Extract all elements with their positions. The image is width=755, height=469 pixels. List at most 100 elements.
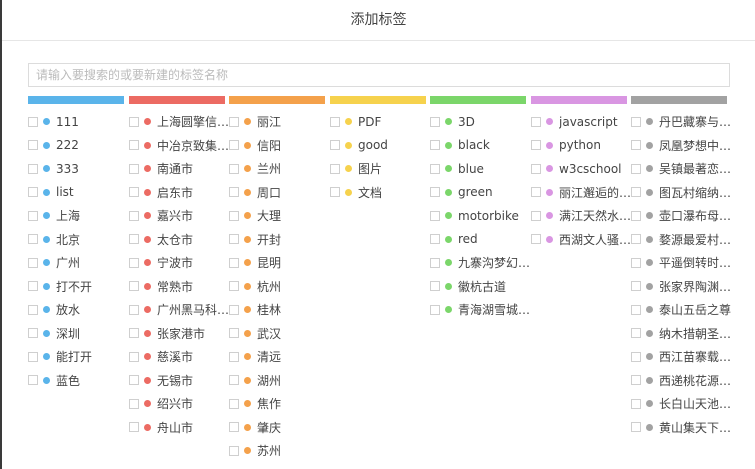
tag-item[interactable]: 九寨沟梦幻… — [430, 251, 530, 275]
tag-item[interactable]: 打不开 — [28, 275, 92, 299]
tag-checkbox[interactable] — [129, 257, 139, 268]
tag-item[interactable]: 开封 — [229, 228, 281, 252]
tag-item[interactable]: motorbike — [430, 204, 530, 228]
tag-item[interactable]: 启东市 — [129, 181, 229, 205]
tag-item[interactable]: 桂林 — [229, 298, 281, 322]
tag-item[interactable]: 无锡市 — [129, 369, 229, 393]
tag-checkbox[interactable] — [430, 210, 440, 221]
tag-checkbox[interactable] — [28, 281, 38, 292]
tag-item[interactable]: python — [531, 134, 631, 158]
tag-checkbox[interactable] — [531, 234, 541, 245]
tag-checkbox[interactable] — [229, 187, 239, 198]
tag-item[interactable]: 文档 — [330, 181, 388, 205]
tag-checkbox[interactable] — [631, 351, 641, 362]
tag-checkbox[interactable] — [631, 422, 641, 433]
tag-checkbox[interactable] — [631, 140, 641, 151]
tag-item[interactable]: 3D — [430, 110, 530, 134]
tag-checkbox[interactable] — [229, 328, 239, 339]
tag-checkbox[interactable] — [229, 375, 239, 386]
tag-checkbox[interactable] — [28, 304, 38, 315]
tag-item[interactable]: 能打开 — [28, 345, 92, 369]
tag-checkbox[interactable] — [229, 116, 239, 127]
tag-item[interactable]: 222 — [28, 134, 92, 158]
tag-checkbox[interactable] — [129, 304, 139, 315]
tag-checkbox[interactable] — [28, 351, 38, 362]
tag-checkbox[interactable] — [28, 116, 38, 127]
tag-checkbox[interactable] — [129, 281, 139, 292]
tag-checkbox[interactable] — [631, 328, 641, 339]
tag-checkbox[interactable] — [430, 257, 440, 268]
tag-checkbox[interactable] — [229, 140, 239, 151]
tag-checkbox[interactable] — [229, 210, 239, 221]
tag-checkbox[interactable] — [631, 116, 641, 127]
tag-item[interactable]: 吴镇最著恋… — [631, 157, 731, 181]
tag-checkbox[interactable] — [430, 304, 440, 315]
tag-checkbox[interactable] — [229, 281, 239, 292]
tag-item[interactable]: 北京 — [28, 228, 92, 252]
tag-item[interactable]: 常熟市 — [129, 275, 229, 299]
tag-item[interactable]: 上海圆擎信… — [129, 110, 229, 134]
tag-item[interactable]: 丽江 — [229, 110, 281, 134]
tag-checkbox[interactable] — [430, 281, 440, 292]
tag-checkbox[interactable] — [28, 187, 38, 198]
tag-item[interactable]: 青海湖雪城… — [430, 298, 530, 322]
tag-checkbox[interactable] — [631, 398, 641, 409]
tag-item[interactable]: 泰山五岳之尊 — [631, 298, 731, 322]
tag-item[interactable]: PDF — [330, 110, 388, 134]
tag-item[interactable]: 111 — [28, 110, 92, 134]
tag-item[interactable]: 凤凰梦想中… — [631, 134, 731, 158]
tag-checkbox[interactable] — [330, 140, 340, 151]
tag-item[interactable]: 慈溪市 — [129, 345, 229, 369]
tag-item[interactable]: green — [430, 181, 530, 205]
tag-item[interactable]: 中冶京致集… — [129, 134, 229, 158]
tag-item[interactable]: 丽江邂逅的… — [531, 181, 631, 205]
tag-checkbox[interactable] — [129, 422, 139, 433]
tag-checkbox[interactable] — [430, 234, 440, 245]
tag-checkbox[interactable] — [631, 187, 641, 198]
tag-item[interactable]: 西江苗寨载… — [631, 345, 731, 369]
tag-checkbox[interactable] — [229, 351, 239, 362]
tag-item[interactable]: 广州 — [28, 251, 92, 275]
tag-checkbox[interactable] — [129, 210, 139, 221]
tag-item[interactable]: 张家界陶渊… — [631, 275, 731, 299]
tag-item[interactable]: 焦作 — [229, 392, 281, 416]
tag-search-input[interactable] — [28, 63, 730, 87]
tag-item[interactable]: 放水 — [28, 298, 92, 322]
tag-item[interactable]: 昆明 — [229, 251, 281, 275]
tag-item[interactable]: 满江天然水… — [531, 204, 631, 228]
tag-checkbox[interactable] — [28, 163, 38, 174]
tag-item[interactable]: 婺源最爱村… — [631, 228, 731, 252]
tag-item[interactable]: 武汉 — [229, 322, 281, 346]
tag-checkbox[interactable] — [229, 422, 239, 433]
tag-item[interactable]: blue — [430, 157, 530, 181]
tag-item[interactable]: 大理 — [229, 204, 281, 228]
tag-checkbox[interactable] — [330, 163, 340, 174]
tag-checkbox[interactable] — [129, 163, 139, 174]
tag-item[interactable]: w3cschool — [531, 157, 631, 181]
tag-item[interactable]: 纳木措朝圣… — [631, 322, 731, 346]
tag-item[interactable]: black — [430, 134, 530, 158]
tag-checkbox[interactable] — [129, 328, 139, 339]
tag-checkbox[interactable] — [129, 375, 139, 386]
tag-item[interactable]: red — [430, 228, 530, 252]
tag-checkbox[interactable] — [531, 116, 541, 127]
tag-checkbox[interactable] — [631, 210, 641, 221]
tag-checkbox[interactable] — [631, 234, 641, 245]
tag-item[interactable]: 信阳 — [229, 134, 281, 158]
tag-checkbox[interactable] — [129, 116, 139, 127]
tag-checkbox[interactable] — [129, 234, 139, 245]
tag-checkbox[interactable] — [531, 187, 541, 198]
tag-item[interactable]: 图片 — [330, 157, 388, 181]
tag-item[interactable]: 舟山市 — [129, 416, 229, 440]
tag-checkbox[interactable] — [531, 210, 541, 221]
tag-checkbox[interactable] — [28, 234, 38, 245]
tag-item[interactable]: 湖州 — [229, 369, 281, 393]
tag-item[interactable]: 绍兴市 — [129, 392, 229, 416]
tag-item[interactable]: 嘉兴市 — [129, 204, 229, 228]
tag-checkbox[interactable] — [129, 140, 139, 151]
tag-checkbox[interactable] — [531, 140, 541, 151]
tag-item[interactable]: 兰州 — [229, 157, 281, 181]
tag-item[interactable]: 深圳 — [28, 322, 92, 346]
tag-checkbox[interactable] — [330, 187, 340, 198]
tag-checkbox[interactable] — [631, 163, 641, 174]
